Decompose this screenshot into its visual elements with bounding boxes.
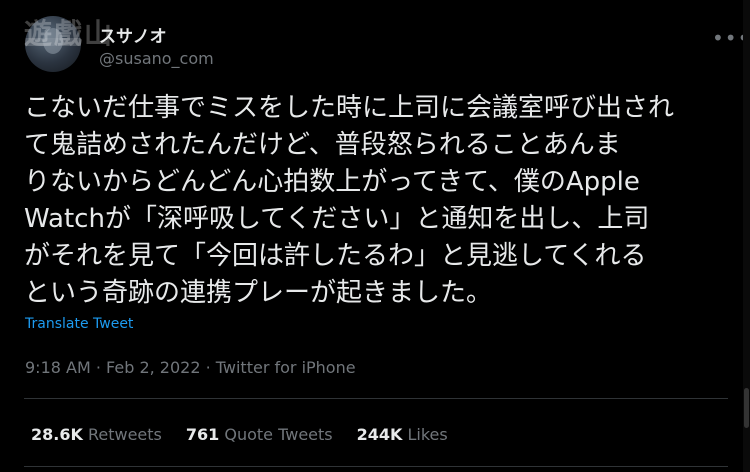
retweets-stat[interactable]: 28.6K Retweets <box>31 425 162 444</box>
tweet-text: こないだ仕事でミスをした時に上司に会議室呼び出され て鬼詰めされたんだけど、普段… <box>24 93 675 308</box>
translate-tweet-link[interactable]: Translate Tweet <box>25 316 133 332</box>
divider-top <box>24 398 728 399</box>
display-name[interactable]: スサノオ <box>99 22 167 47</box>
quotes-stat[interactable]: 761 Quote Tweets <box>186 425 333 444</box>
retweets-count: 28.6K <box>31 425 83 444</box>
likes-label: Likes <box>407 425 448 444</box>
tweet-metadata[interactable]: 9:18 AM · Feb 2, 2022 · Twitter for iPho… <box>25 358 356 377</box>
likes-stat[interactable]: 244K Likes <box>357 425 448 444</box>
likes-count: 244K <box>356 425 403 444</box>
user-handle[interactable]: @susano_com <box>99 49 214 68</box>
scrollbar-thumb[interactable] <box>744 388 749 428</box>
tweet-stats: 28.6K Retweets 761 Quote Tweets 244K Lik… <box>31 425 472 444</box>
quotes-label: Quote Tweets <box>224 425 333 444</box>
quotes-count: 761 <box>185 425 220 444</box>
scrollbar[interactable] <box>743 0 750 472</box>
divider-bottom <box>24 466 728 467</box>
retweets-label: Retweets <box>87 425 162 444</box>
